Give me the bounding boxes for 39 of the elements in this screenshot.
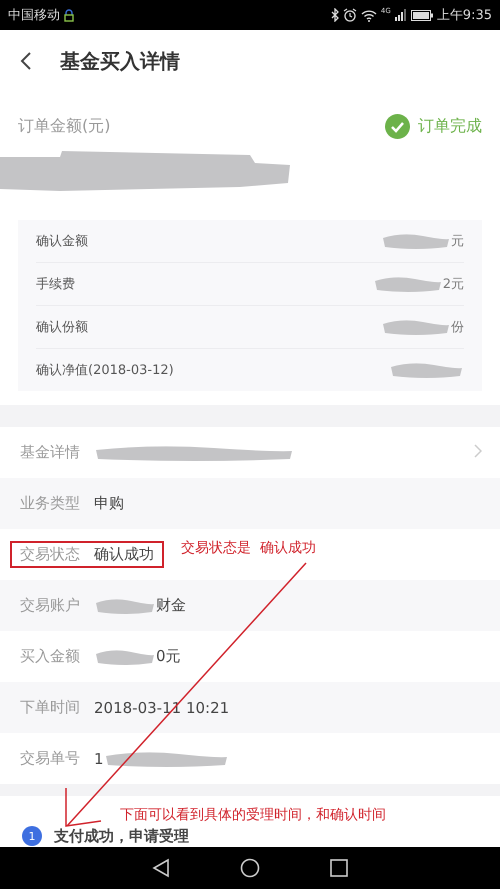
- step-number: 1: [22, 826, 42, 846]
- detail-label: 基金详情: [20, 443, 80, 462]
- annotation-text: 下面可以看到具体的受理时间，和确认时间: [120, 806, 386, 824]
- detail-value: 财金: [156, 596, 186, 615]
- detail-label: 买入金额: [20, 647, 80, 666]
- page-title: 基金买入详情: [60, 48, 180, 74]
- summary-label: 确认金额: [36, 233, 88, 250]
- detail-label: 交易单号: [20, 749, 80, 768]
- detail-value: 确认成功: [94, 545, 154, 564]
- check-circle-icon: [385, 114, 410, 138]
- battery-icon: [410, 10, 433, 20]
- wifi-icon: [360, 8, 377, 22]
- recents-nav-button[interactable]: [330, 859, 348, 877]
- back-icon: [20, 51, 32, 71]
- summary-value: 2元: [442, 276, 464, 293]
- bluetooth-icon: [330, 8, 339, 22]
- signal-icon: [394, 9, 407, 21]
- back-nav-button[interactable]: [152, 858, 170, 878]
- amount-label: 订单金额(元): [18, 116, 110, 136]
- lock-icon: [64, 8, 74, 22]
- summary-value: 份: [451, 319, 464, 336]
- step-title: 支付成功，申请受理: [54, 826, 189, 846]
- summary-label: 确认份额: [36, 319, 88, 336]
- summary-label: 手续费: [36, 276, 75, 293]
- detail-value: 1: [94, 750, 104, 768]
- detail-label: 下单时间: [20, 698, 80, 717]
- alarm-icon: [342, 8, 357, 22]
- annotation-text: 交易状态是 确认成功: [181, 539, 316, 557]
- detail-label: 交易状态: [20, 545, 80, 564]
- home-nav-button[interactable]: [240, 858, 260, 878]
- detail-value: 申购: [94, 494, 124, 513]
- summary-value: 元: [451, 233, 464, 250]
- detail-label: 业务类型: [20, 494, 80, 513]
- carrier-name: 中国移动: [8, 7, 60, 24]
- order-status: 订单完成: [418, 116, 482, 136]
- detail-label: 交易账户: [20, 596, 80, 615]
- detail-value: 0元: [156, 647, 181, 666]
- clock-time: 上午9:35: [436, 7, 492, 24]
- summary-label: 确认净值(2018-03-12): [36, 362, 174, 379]
